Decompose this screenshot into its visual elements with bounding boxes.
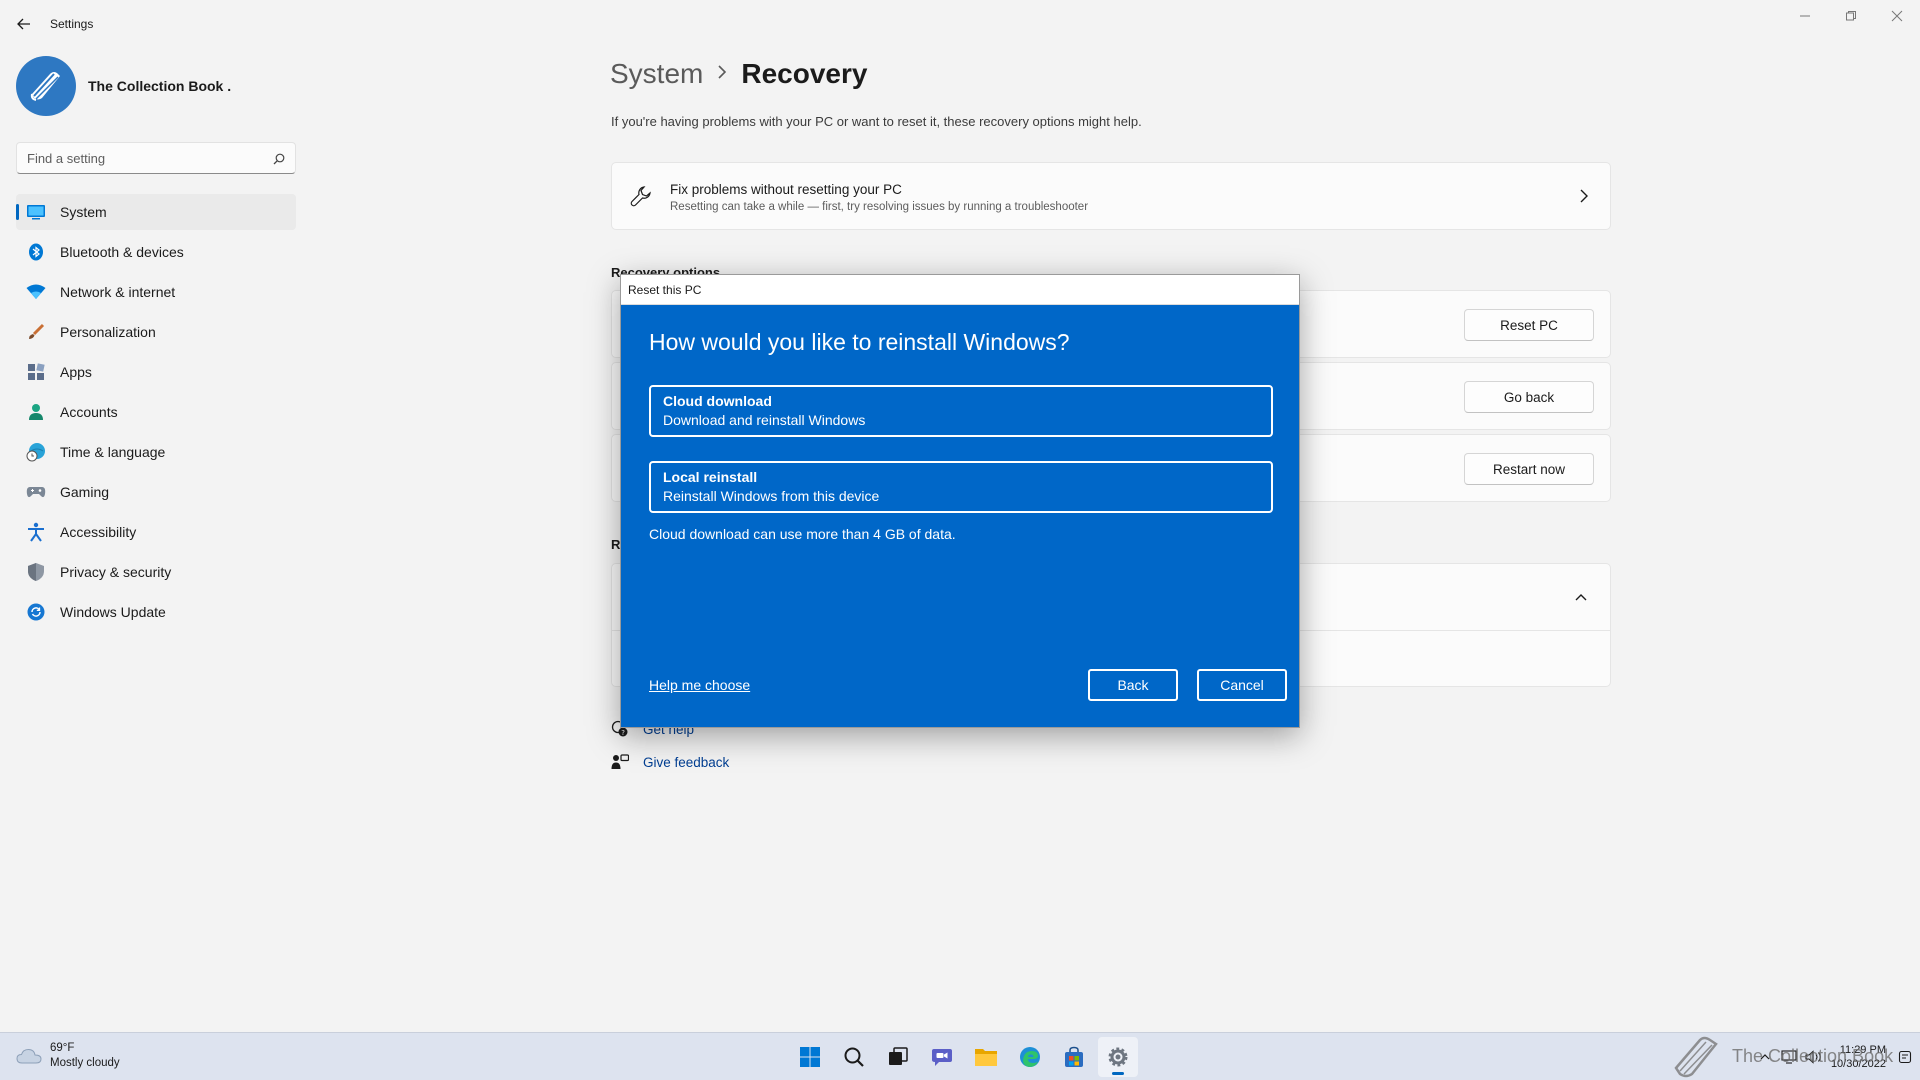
chevron-right-icon [1578,189,1590,203]
option-title: Local reinstall [663,469,758,485]
sidebar-item-gaming[interactable]: Gaming [16,474,296,510]
taskbar: 69°F Mostly cloudy 11:29 PM 10/30/2022 [0,1032,1920,1080]
sidebar-item-label: Apps [60,364,92,380]
help-me-choose-link[interactable]: Help me choose [649,677,750,693]
feedback-icon [611,753,629,771]
search-box[interactable] [16,142,296,174]
local-reinstall-option[interactable]: Local reinstall Reinstall Windows from t… [649,461,1273,513]
cancel-button[interactable]: Cancel [1197,669,1287,701]
sidebar-item-personalization[interactable]: Personalization [16,314,296,350]
window-controls [1782,0,1920,32]
weather-widget[interactable]: 69°F Mostly cloudy [16,1041,120,1071]
minimize-button[interactable] [1782,0,1828,32]
notification-icon[interactable] [1898,1050,1912,1064]
wrench-icon [630,185,652,207]
sidebar-item-network[interactable]: Network & internet [16,274,296,310]
cloud-download-option[interactable]: Cloud download Download and reinstall Wi… [649,385,1273,437]
chat-icon[interactable] [922,1037,962,1077]
fix-problems-card[interactable]: Fix problems without resetting your PC R… [611,162,1611,230]
breadcrumb: System Recovery [610,58,867,90]
sidebar-item-label: Network & internet [60,284,176,300]
reset-pc-button[interactable]: Reset PC [1464,309,1594,341]
sidebar-item-label: Accessibility [60,524,137,540]
sidebar-item-privacy-security[interactable]: Privacy & security [16,554,296,590]
brush-icon [26,322,46,342]
restart-now-button[interactable]: Restart now [1464,453,1594,485]
fix-card-title: Fix problems without resetting your PC [670,182,902,197]
reset-pc-dialog: Reset this PC How would you like to rein… [620,274,1300,728]
weather-temp: 69°F [50,1042,75,1054]
option-description: Download and reinstall Windows [663,412,866,428]
sidebar-item-accounts[interactable]: Accounts [16,394,296,430]
dialog-heading: How would you like to reinstall Windows? [649,329,1070,355]
avatar [16,56,76,116]
sidebar-item-time-language[interactable]: Time & language [16,434,296,470]
related-support-heading: R [611,537,621,552]
shield-icon [26,562,46,582]
sidebar-item-label: System [60,204,107,220]
page-subtitle: If you're having problems with your PC o… [611,114,1142,129]
gamepad-icon [26,482,46,502]
title-bar: Settings [0,0,1920,48]
bluetooth-icon [26,242,46,262]
option-description: Reinstall Windows from this device [663,488,880,504]
sidebar-item-label: Windows Update [60,604,166,620]
search-input[interactable] [17,143,257,173]
chevron-right-icon [717,64,727,85]
settings-icon[interactable] [1098,1037,1138,1077]
sidebar-item-label: Personalization [60,324,156,340]
sidebar-item-accessibility[interactable]: Accessibility [16,514,296,550]
chevron-up-icon[interactable] [1574,590,1588,602]
sidebar-item-label: Time & language [60,444,166,460]
go-back-button[interactable]: Go back [1464,381,1594,413]
sidebar-item-windows-update[interactable]: Windows Update [16,594,296,630]
watermark-text: The Collection Book [1732,1045,1894,1066]
update-icon [26,602,46,622]
windows-start-icon[interactable] [790,1037,830,1077]
store-icon[interactable] [1054,1037,1094,1077]
sidebar-item-label: Privacy & security [60,564,172,580]
task-view-icon[interactable] [878,1037,918,1077]
breadcrumb-parent[interactable]: System [610,58,703,90]
sidebar-item-label: Gaming [60,484,110,500]
svg-text:?: ? [621,729,625,737]
fix-card-description: Resetting can take a while — first, try … [670,201,1089,213]
book-icon [1674,1036,1718,1078]
person-icon [26,402,46,422]
give-feedback-row[interactable]: Give feedback [611,753,729,771]
sidebar-nav: System Bluetooth & devices Network & int… [16,194,296,634]
weather-condition: Mostly cloudy [50,1057,120,1069]
cloud-icon [16,1048,42,1064]
monitor-icon [26,202,46,222]
apps-icon [26,362,46,382]
back-button[interactable]: Back [1088,669,1178,701]
dialog-title: Reset this PC [621,275,1299,305]
option-title: Cloud download [663,393,772,409]
wifi-icon [26,282,46,302]
app-title: Settings [50,17,94,31]
sidebar-item-label: Bluetooth & devices [60,244,184,260]
sidebar-item-system[interactable]: System [16,194,296,230]
taskbar-apps [790,1037,1142,1077]
sidebar-item-label: Accounts [60,404,118,420]
page-title: Recovery [741,58,868,89]
sidebar-item-bluetooth[interactable]: Bluetooth & devices [16,234,296,270]
edge-icon[interactable] [1010,1037,1050,1077]
accessibility-icon [26,522,46,542]
globe-clock-icon [26,442,46,462]
profile-name: The Collection Book . [88,78,232,94]
back-arrow-icon[interactable] [14,14,34,34]
file-explorer-icon[interactable] [966,1037,1006,1077]
book-icon [30,72,60,101]
data-usage-note: Cloud download can use more than 4 GB of… [649,526,956,542]
user-profile[interactable]: The Collection Book . [16,56,231,116]
sidebar-item-apps[interactable]: Apps [16,354,296,390]
restore-button[interactable] [1828,0,1874,32]
give-feedback-link[interactable]: Give feedback [643,755,729,770]
search-icon[interactable] [273,152,285,165]
close-button[interactable] [1874,0,1920,32]
search-icon[interactable] [834,1037,874,1077]
dialog-body: How would you like to reinstall Windows?… [621,305,1299,727]
watermark: The Collection Book [1670,1034,1893,1078]
